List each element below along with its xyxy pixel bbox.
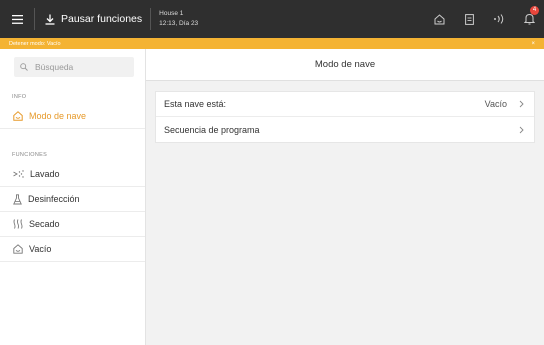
hamburger-icon [11,14,23,24]
pause-functions-button[interactable]: Pausar funciones [35,0,150,38]
search-input[interactable]: Búsqueda [14,57,134,77]
search-icon [20,63,28,71]
row-value: Vacío [484,99,507,109]
search-placeholder: Búsqueda [35,62,74,72]
sidebar-item-label: Vacío [29,244,52,254]
house-outline-icon [13,244,23,254]
close-icon[interactable]: × [531,41,535,47]
menu-button[interactable] [0,0,34,38]
signal-icon [494,14,504,24]
sidebar-item-label: Lavado [30,169,60,179]
main-panel: Modo de nave Esta nave está: Vacío Secue… [146,49,544,345]
page-title: Modo de nave [314,59,376,70]
spray-icon [13,170,24,178]
house-time: 12:13, Día 23 [159,20,199,27]
program-sequence-row[interactable]: Secuencia de programa [156,117,534,142]
sidebar: Búsqueda INFO Modo de nave FUNCIONES Lav… [0,49,146,345]
notifications-button[interactable]: 4 [514,0,544,38]
row-label: Esta nave está: [164,99,227,109]
house-name: House 1 [159,10,184,17]
sidebar-item-label: Secado [29,219,60,229]
settings-list: Esta nave está: Vacío Secuencia de progr… [155,91,535,143]
house-status-row[interactable]: Esta nave está: Vacío [156,92,534,117]
document-icon [464,13,474,25]
heat-icon [13,219,23,229]
top-bar: Pausar funciones House 1 12:13, Día 23 4 [0,0,544,38]
mode-warning-bar: Detener modo: Vacío × [0,38,544,49]
house-icon [13,111,23,121]
chevron-right-icon [517,99,525,109]
pause-functions-label: Pausar funciones [61,13,143,25]
flask-icon [13,193,22,204]
section-info-label: INFO [12,94,27,100]
pause-download-icon [45,14,55,25]
main-header: Modo de nave [146,49,544,81]
sidebar-item-vacio[interactable]: Vacío [0,237,145,262]
house-mode-button[interactable] [424,0,454,38]
divider [150,8,152,30]
row-label: Secuencia de programa [164,124,260,135]
section-functions-label: FUNCIONES [12,152,48,158]
signal-button[interactable] [484,0,514,38]
sidebar-item-secado[interactable]: Secado [0,212,145,237]
sidebar-item-label: Modo de nave [29,111,87,121]
house-icon [434,13,444,24]
topbar-actions: 4 [424,0,544,38]
sidebar-item-label: Desinfección [28,194,80,204]
warning-text[interactable]: Detener modo: Vacío [9,41,61,47]
sidebar-item-lavado[interactable]: Lavado [0,162,145,187]
sidebar-item-modo-de-nave[interactable]: Modo de nave [0,104,145,129]
house-info[interactable]: House 1 12:13, Día 23 [159,0,198,38]
notification-badge: 4 [530,6,539,15]
chevron-right-icon [517,125,525,135]
sidebar-item-desinfeccion[interactable]: Desinfección [0,187,145,212]
report-button[interactable] [454,0,484,38]
